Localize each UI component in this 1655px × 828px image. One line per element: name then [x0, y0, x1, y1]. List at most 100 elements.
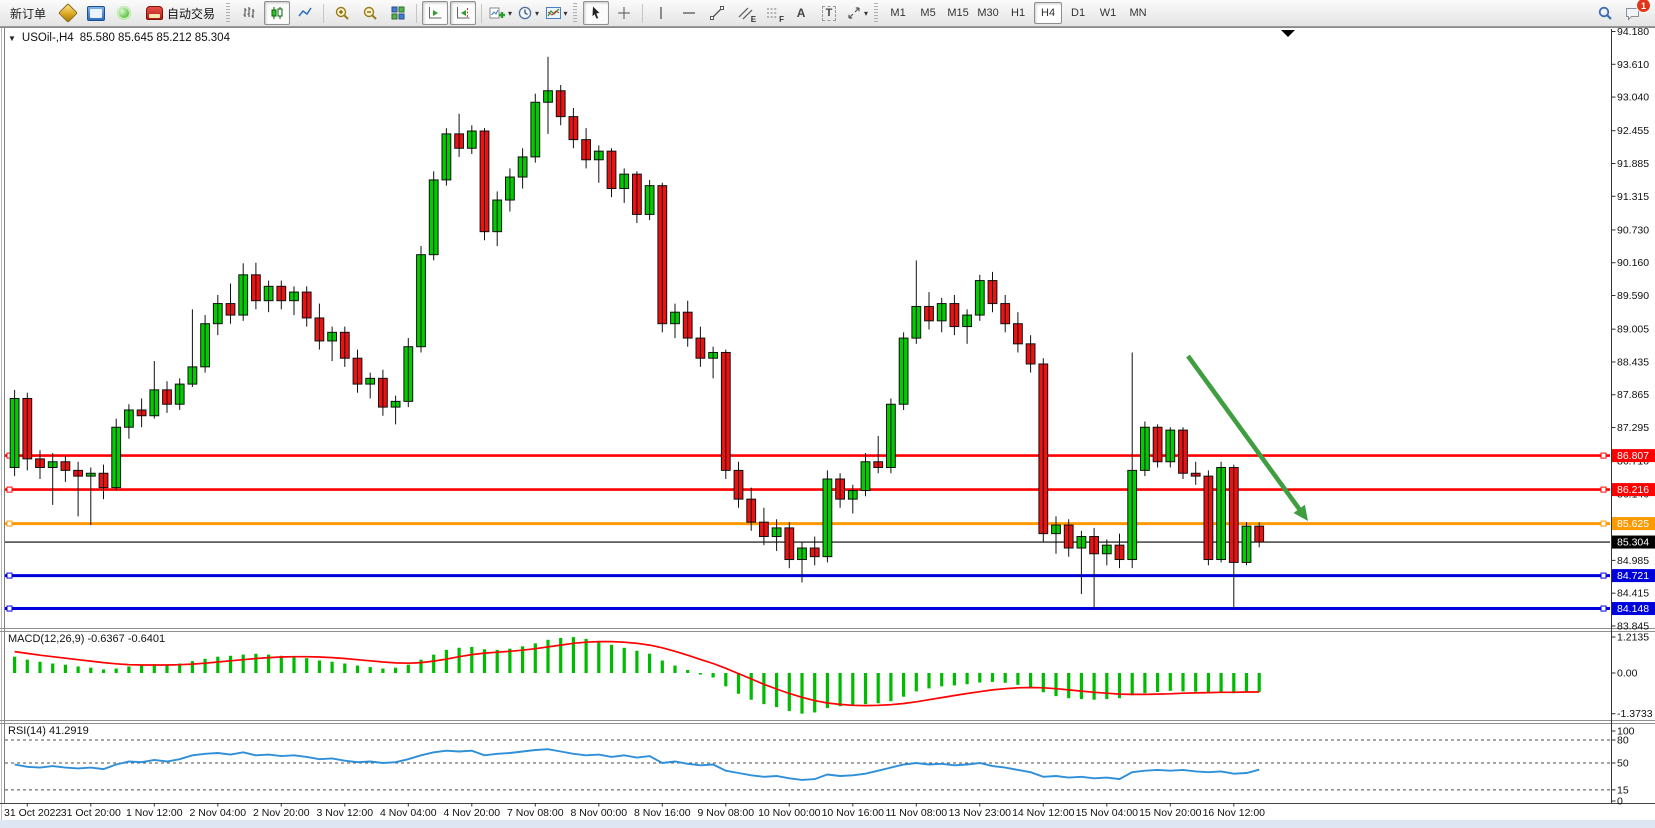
- time-axis-label: 2 Nov 20:00: [253, 807, 310, 819]
- ohlc-values: 85.580 85.645 85.212 85.304: [80, 32, 230, 44]
- time-axis-label: 8 Nov 16:00: [634, 807, 691, 819]
- price-tick-label: 93.040: [1617, 92, 1649, 104]
- notification-badge: 1: [1636, 0, 1651, 13]
- gold-nugget-icon[interactable]: [55, 1, 81, 25]
- line-handle[interactable]: [7, 606, 12, 611]
- toolbar-grip: [573, 3, 577, 23]
- price-tick-label: 84.415: [1617, 588, 1649, 600]
- notifications-button[interactable]: 1: [1620, 1, 1646, 25]
- timeframe-h4[interactable]: H4: [1034, 2, 1062, 24]
- line-handle[interactable]: [1601, 573, 1606, 578]
- separator: [642, 4, 643, 23]
- rsi-tick-label: 80: [1617, 735, 1629, 747]
- time-axis-label: 31 Oct 2022: [4, 807, 61, 819]
- line-handle[interactable]: [1601, 487, 1606, 492]
- line-handle[interactable]: [7, 521, 12, 526]
- timeframe-d1[interactable]: D1: [1064, 2, 1092, 24]
- signals-icon[interactable]: [111, 1, 137, 25]
- line-handle[interactable]: [1601, 521, 1606, 526]
- line-handle[interactable]: [7, 487, 12, 492]
- new-order-button[interactable]: 新订单: [3, 1, 53, 25]
- trendline-button[interactable]: [704, 1, 730, 25]
- timeframe-m5[interactable]: M5: [914, 2, 942, 24]
- text-label-button[interactable]: T: [816, 1, 842, 25]
- rsi-tick-label: 0: [1617, 796, 1623, 808]
- auto-trading-button[interactable]: 自动交易: [139, 1, 222, 25]
- tile-windows-button[interactable]: [385, 1, 411, 25]
- rsi-label: RSI(14) 41.2919: [8, 725, 89, 737]
- zoom-in-button[interactable]: [329, 1, 355, 25]
- chevron-down-icon: ▾: [564, 9, 568, 18]
- chart-shift-button[interactable]: [450, 1, 476, 25]
- equidistant-channel-button[interactable]: E: [732, 1, 758, 25]
- timeframe-h1[interactable]: H1: [1004, 2, 1032, 24]
- new-chart-icon: [488, 5, 506, 21]
- price-tick-label: 92.455: [1617, 125, 1649, 137]
- vertical-line-icon: [653, 5, 669, 21]
- trendline-icon: [709, 5, 725, 21]
- chart-shift-icon: [455, 5, 471, 21]
- vertical-line-button[interactable]: [648, 1, 674, 25]
- timeframe-w1[interactable]: W1: [1094, 2, 1122, 24]
- price-tick-label: 90.160: [1617, 257, 1649, 269]
- price-tick-label: 91.885: [1617, 158, 1649, 170]
- separator: [323, 4, 324, 23]
- fibonacci-button[interactable]: F: [760, 1, 786, 25]
- toolbar: 新订单 自动交易: [0, 0, 1655, 27]
- text-button[interactable]: A: [788, 1, 814, 25]
- bar-chart-button[interactable]: [236, 1, 262, 25]
- timeframe-m30[interactable]: M30: [974, 2, 1002, 24]
- chart-window[interactable]: 94.18093.61093.04092.45591.88591.31590.7…: [0, 27, 1655, 828]
- indicators-button[interactable]: ▾: [543, 1, 569, 25]
- time-axis-label: 16 Nov 12:00: [1203, 807, 1266, 819]
- search-icon: [1597, 5, 1614, 22]
- line-handle[interactable]: [1601, 606, 1606, 611]
- text-icon: A: [797, 6, 806, 20]
- macd-tick-label: 1.2135: [1617, 632, 1649, 644]
- zoom-out-button[interactable]: [357, 1, 383, 25]
- horizontal-line-button[interactable]: [676, 1, 702, 25]
- level-price-label: 86.807: [1617, 450, 1649, 462]
- line-handle[interactable]: [1601, 453, 1606, 458]
- time-axis-label: 4 Nov 04:00: [380, 807, 437, 819]
- arrows-button[interactable]: ▾: [844, 1, 870, 25]
- time-axis-label: 7 Nov 08:00: [507, 807, 564, 819]
- new-chart-button[interactable]: ▾: [487, 1, 513, 25]
- periods-button[interactable]: ▾: [515, 1, 541, 25]
- bar-chart-icon: [241, 5, 257, 21]
- search-button[interactable]: [1592, 1, 1618, 25]
- time-axis-label: 15 Nov 04:00: [1076, 807, 1139, 819]
- time-axis-label: 10 Nov 16:00: [822, 807, 885, 819]
- terminal-icon[interactable]: [83, 1, 109, 25]
- timeframe-mn[interactable]: MN: [1124, 2, 1152, 24]
- timeframe-group: M1M5M15M30H1H4D1W1MN: [883, 2, 1153, 24]
- collapse-triangle-icon[interactable]: ▼: [8, 34, 16, 43]
- chevron-down-icon: ▾: [864, 9, 868, 18]
- candlestick-chart-button[interactable]: [264, 1, 290, 25]
- cursor-icon: [588, 5, 604, 21]
- text-label-icon: T: [822, 6, 837, 21]
- crosshair-button[interactable]: [611, 1, 637, 25]
- fibonacci-letter: F: [779, 15, 784, 24]
- auto-scroll-button[interactable]: [422, 1, 448, 25]
- chart-canvas[interactable]: 94.18093.61093.04092.45591.88591.31590.7…: [0, 27, 1655, 828]
- timeframe-m15[interactable]: M15: [944, 2, 972, 24]
- time-axis-label: 11 Nov 08:00: [885, 807, 947, 819]
- cursor-button[interactable]: [583, 1, 609, 25]
- arrows-icon: [846, 5, 862, 21]
- chevron-down-icon: ▾: [535, 9, 539, 18]
- trading-terminal: 新订单 自动交易: [0, 0, 1655, 828]
- zoom-out-icon: [362, 5, 379, 22]
- line-handle[interactable]: [7, 573, 12, 578]
- line-chart-button[interactable]: [292, 1, 318, 25]
- timeframe-m1[interactable]: M1: [884, 2, 912, 24]
- time-axis-label: 2 Nov 04:00: [189, 807, 246, 819]
- indicators-icon: [545, 5, 562, 21]
- autotrading-icon: [146, 6, 163, 20]
- channel-letter: E: [751, 15, 756, 24]
- line-chart-icon: [297, 5, 313, 21]
- level-price-label: 85.304: [1617, 537, 1649, 549]
- price-tick-label: 90.730: [1617, 224, 1649, 236]
- price-tick-label: 93.610: [1617, 59, 1649, 71]
- time-axis-label: 15 Nov 20:00: [1139, 807, 1202, 819]
